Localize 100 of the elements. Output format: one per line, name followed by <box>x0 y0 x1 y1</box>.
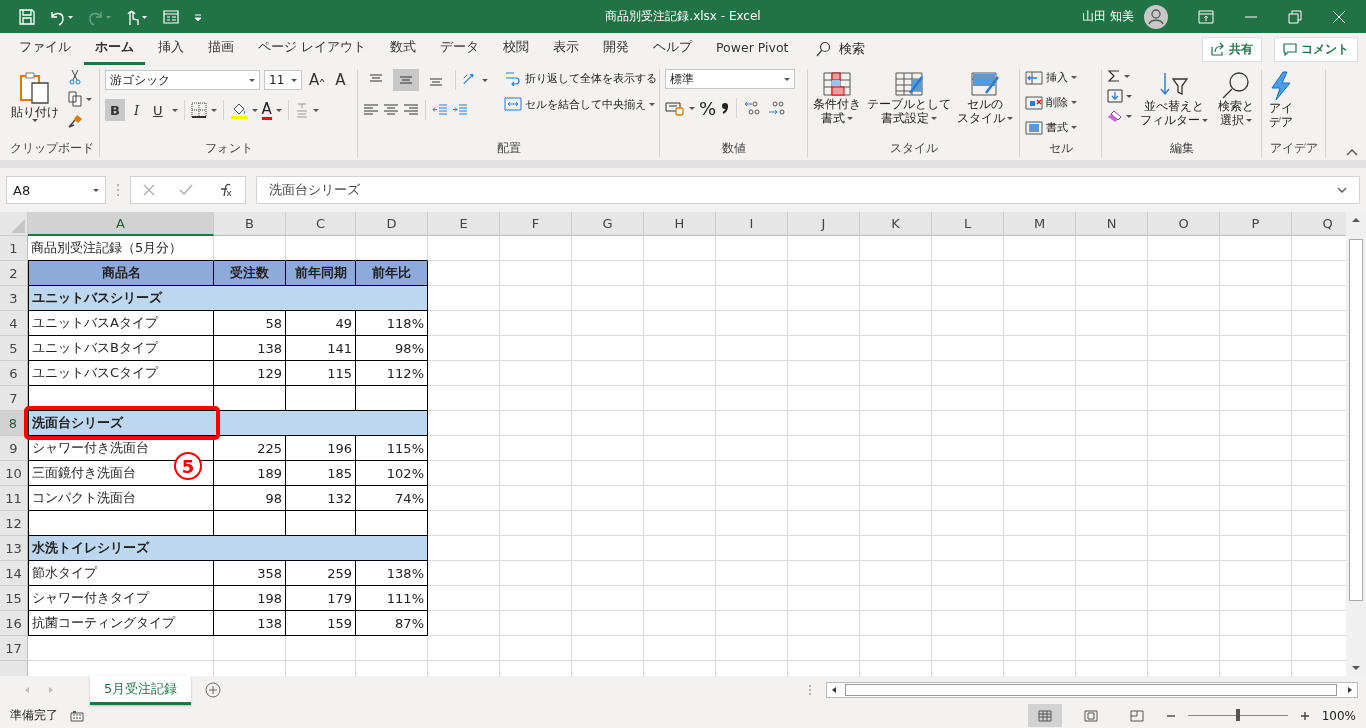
horizontal-scrollbar[interactable] <box>826 682 1358 698</box>
scrollbar-thumb[interactable] <box>1349 239 1363 601</box>
find-select-button[interactable]: 検索と 選択 <box>1216 69 1256 129</box>
ribbon-display-icon[interactable] <box>1198 9 1214 24</box>
scroll-up-icon[interactable] <box>1350 215 1362 225</box>
column-header[interactable]: K <box>860 212 932 236</box>
grow-font-button[interactable]: A <box>306 69 329 91</box>
row-header[interactable]: 17 <box>0 636 28 661</box>
column-header[interactable]: G <box>572 212 644 236</box>
column-header[interactable]: F <box>500 212 572 236</box>
conditional-format-button[interactable]: 条件付き 書式 <box>813 69 861 127</box>
row-header[interactable]: 4 <box>0 311 28 336</box>
column-header[interactable]: L <box>932 212 1004 236</box>
delete-cells-button[interactable]: 削除 <box>1025 94 1077 111</box>
ribbon-tab[interactable]: ファイル <box>8 33 82 65</box>
column-header[interactable]: E <box>428 212 500 236</box>
row-header[interactable]: 7 <box>0 386 28 411</box>
close-icon[interactable] <box>1332 9 1346 24</box>
ideas-button[interactable]: アイ デア <box>1267 69 1295 131</box>
macro-record-icon[interactable] <box>70 709 84 722</box>
ribbon-tab[interactable]: 挿入 <box>147 33 195 65</box>
column-header[interactable]: I <box>716 212 788 236</box>
comment-button[interactable]: コメント <box>1274 36 1358 62</box>
column-header[interactable]: N <box>1076 212 1148 236</box>
add-sheet-icon[interactable] <box>205 682 222 698</box>
font-style-button[interactable]: I <box>128 99 145 121</box>
font-name-field[interactable]: 游ゴシック <box>105 70 260 90</box>
sheet-tab[interactable]: 5月受注記録 <box>90 675 192 705</box>
enter-icon[interactable] <box>179 184 193 196</box>
sort-filter-button[interactable]: 並べ替えと フィルター <box>1138 69 1210 129</box>
formula-field[interactable]: 洗面台シリーズ <box>256 176 1360 204</box>
ribbon-tab[interactable]: データ <box>429 33 490 65</box>
insert-cells-button[interactable]: 挿入 <box>1025 69 1077 86</box>
number-format-field[interactable]: 標準 <box>665 69 795 89</box>
copy-icon[interactable] <box>67 91 83 107</box>
scroll-down-icon[interactable] <box>1350 663 1362 673</box>
scissors-icon[interactable] <box>67 69 83 85</box>
row-header[interactable]: 16 <box>0 611 28 636</box>
row-header[interactable]: 3 <box>0 286 28 311</box>
ribbon-tab[interactable]: ホーム <box>84 33 145 65</box>
cell-styles-button[interactable]: セルの スタイル <box>957 69 1013 127</box>
vertical-align-button[interactable] <box>393 69 419 91</box>
ribbon-tab[interactable]: 数式 <box>379 33 427 65</box>
expand-icon[interactable] <box>1337 186 1347 194</box>
normal-view-button[interactable] <box>1027 704 1062 727</box>
percent-button[interactable]: % <box>699 97 717 119</box>
column-header[interactable]: P <box>1220 212 1292 236</box>
row-header[interactable]: 12 <box>0 511 28 536</box>
column-header[interactable]: H <box>644 212 716 236</box>
eraser-icon[interactable] <box>1107 109 1123 123</box>
autosum-icon[interactable] <box>1107 69 1121 83</box>
align-center-icon[interactable] <box>383 103 399 117</box>
font-color-button[interactable]: A <box>261 100 272 117</box>
fill-down-icon[interactable] <box>1107 89 1123 103</box>
font-style-button[interactable]: B <box>105 99 125 121</box>
ribbon-tab[interactable]: 校閲 <box>492 33 540 65</box>
row-header[interactable]: 6 <box>0 361 28 386</box>
column-header[interactable]: D <box>356 212 428 236</box>
align-right-icon[interactable] <box>403 103 419 117</box>
row-header[interactable]: 11 <box>0 486 28 511</box>
row-header[interactable]: 9 <box>0 436 28 461</box>
column-header[interactable]: J <box>788 212 860 236</box>
decrease-decimal-icon[interactable] <box>767 100 788 116</box>
format-cells-button[interactable]: 書式 <box>1025 119 1077 136</box>
paste-button[interactable]: 貼り付け <box>9 69 61 124</box>
merge-center-button[interactable]: セルを結合して中央揃え <box>504 95 657 113</box>
ribbon-tab[interactable]: Power Pivot <box>705 34 800 64</box>
font-style-button[interactable]: U <box>148 99 168 121</box>
font-size-field[interactable]: 11 <box>264 70 302 90</box>
column-header[interactable]: B <box>214 212 286 236</box>
format-painter-icon[interactable] <box>67 113 85 129</box>
ribbon-tab[interactable]: ヘルプ <box>642 33 703 65</box>
zoom-slider-thumb[interactable] <box>1235 709 1240 721</box>
row-header[interactable]: 2 <box>0 261 28 286</box>
share-button[interactable]: 共有 <box>1202 36 1262 62</box>
column-header[interactable]: C <box>286 212 356 236</box>
collapse-ribbon-icon[interactable] <box>1346 148 1358 156</box>
form-icon[interactable] <box>162 7 180 26</box>
search-box[interactable]: 検索 <box>815 40 866 58</box>
format-as-table-button[interactable]: テーブルとして 書式設定 <box>867 69 951 127</box>
ribbon-tab[interactable]: 表示 <box>542 33 590 65</box>
zoom-level[interactable]: 100% <box>1321 708 1356 723</box>
shrink-font-button[interactable]: A <box>332 69 349 91</box>
zoom-in-icon[interactable] <box>1299 710 1310 721</box>
row-header[interactable]: 1 <box>0 236 28 261</box>
column-header[interactable]: A <box>28 212 214 236</box>
row-header[interactable]: 15 <box>0 586 28 611</box>
row-header[interactable]: 13 <box>0 536 28 561</box>
ribbon-tab[interactable]: ページ レイアウト <box>247 33 377 65</box>
fill-color-icon[interactable] <box>229 101 248 119</box>
align-left-icon[interactable] <box>363 103 379 117</box>
comma-style-icon[interactable] <box>720 100 731 116</box>
row-header[interactable]: 14 <box>0 561 28 586</box>
cancel-icon[interactable] <box>143 184 155 196</box>
ribbon-tab[interactable]: 開発 <box>592 33 640 65</box>
column-header[interactable]: M <box>1004 212 1076 236</box>
wrap-text-button[interactable]: 折り返して全体を表示する <box>504 69 657 87</box>
restore-icon[interactable] <box>1288 9 1302 24</box>
borders-icon[interactable] <box>190 102 207 118</box>
row-header[interactable]: 5 <box>0 336 28 361</box>
